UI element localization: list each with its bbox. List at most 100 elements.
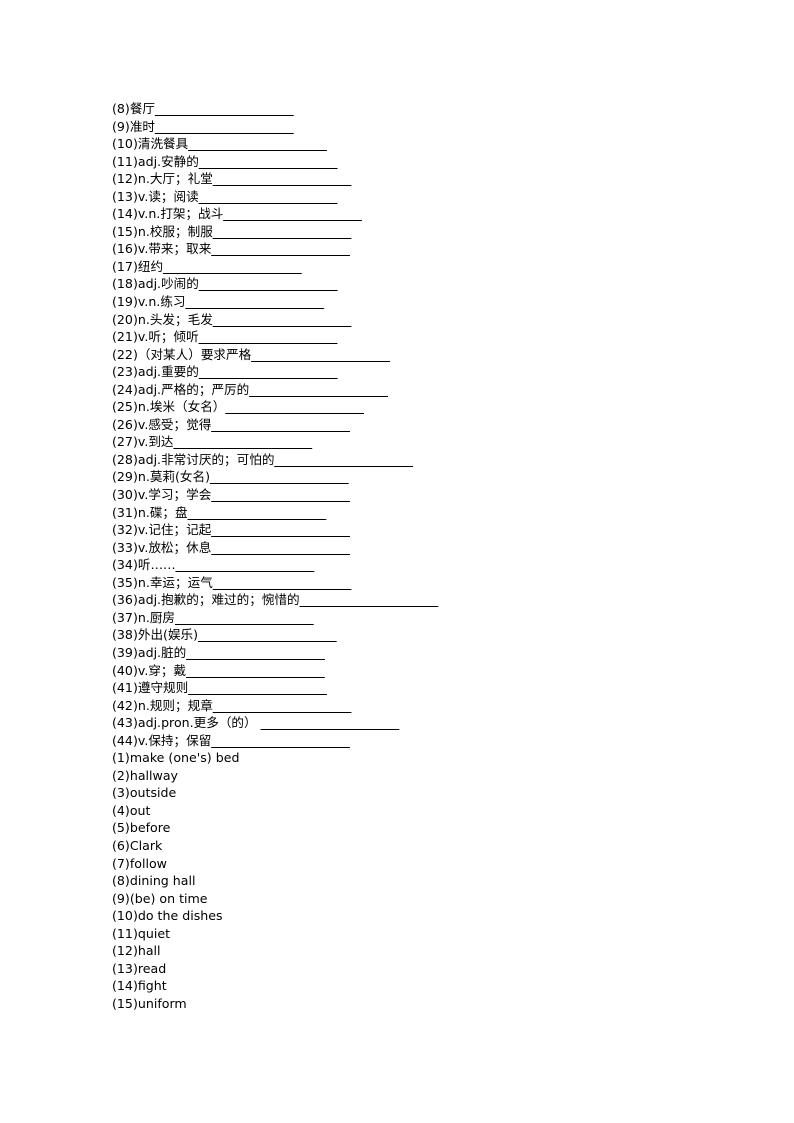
vocab-prompt-row: (35)n.幸运；运气______________________ bbox=[112, 574, 712, 592]
vocab-answer-blank[interactable]: ______________________ bbox=[211, 540, 350, 555]
vocab-prompt-label: (44)v.保持；保留 bbox=[112, 732, 212, 748]
answer-key-list: (1)make (one's) bed (2)hallway (3)outside(… bbox=[112, 749, 712, 1012]
vocab-prompt-label: (30)v.学习；学会 bbox=[112, 487, 212, 503]
vocab-answer-blank[interactable]: ______________________ bbox=[199, 329, 338, 344]
vocab-answer-blank[interactable]: ______________________ bbox=[199, 189, 338, 204]
vocab-answer-blank[interactable]: ______________________ bbox=[199, 364, 338, 379]
vocab-answer-blank[interactable]: ______________________ bbox=[213, 698, 352, 713]
vocab-answer-blank[interactable]: ______________________ bbox=[175, 610, 314, 625]
vocab-prompt-label: (21)v.听；倾听 bbox=[112, 329, 199, 345]
vocab-prompt-row: (25)n.埃米（女名）______________________ bbox=[112, 398, 712, 416]
vocab-prompt-label: (15)n.校服；制服 bbox=[112, 223, 213, 239]
answer-key-item: (4)out bbox=[112, 802, 151, 818]
vocab-prompt-label: (19)v.n.练习 bbox=[112, 294, 186, 310]
prompt-list: (8)餐厅______________________ (9)准时________… bbox=[112, 100, 712, 749]
vocab-answer-blank[interactable]: ______________________ bbox=[211, 733, 350, 748]
vocab-answer-blank[interactable]: ______________________ bbox=[213, 171, 352, 186]
vocab-prompt-label: (39)adj.脏的 bbox=[112, 644, 187, 660]
answer-key-item: (3)outside bbox=[112, 785, 177, 801]
vocab-prompt-label: (43)adj.pron.更多（的） bbox=[112, 715, 261, 731]
vocab-prompt-row: (21)v.听；倾听______________________ bbox=[112, 328, 712, 346]
answer-key-item: (14)fight bbox=[112, 978, 167, 994]
answer-key-item: (2)hallway bbox=[112, 767, 179, 783]
vocab-prompt-row: (30)v.学习；学会______________________ bbox=[112, 486, 712, 504]
vocab-prompt-row: (34)听……______________________ bbox=[112, 556, 712, 574]
vocab-prompt-label: (8)餐厅 bbox=[112, 101, 156, 116]
vocab-prompt-row: (12)n.大厅；礼堂______________________ bbox=[112, 170, 712, 188]
vocab-prompt-label: (25)n.埃米（女名） bbox=[112, 399, 226, 415]
vocab-prompt-row: (14)v.n.打架；战斗______________________ bbox=[112, 205, 712, 223]
vocab-prompt-label: (33)v.放松；休息 bbox=[112, 539, 212, 555]
vocab-answer-blank[interactable]: ______________________ bbox=[213, 312, 352, 327]
vocab-prompt-label: (20)n.头发；毛发 bbox=[112, 311, 213, 327]
vocab-prompt-row: (9)准时______________________ bbox=[112, 118, 712, 136]
vocab-prompt-row: (41)遵守规则______________________ bbox=[112, 679, 712, 697]
vocab-answer-blank[interactable]: ______________________ bbox=[198, 627, 337, 642]
vocab-prompt-label: (11)adj.安静的 bbox=[112, 153, 199, 169]
vocab-prompt-label: (9)准时 bbox=[112, 118, 156, 134]
vocab-prompt-row: (39)adj.脏的______________________ bbox=[112, 644, 712, 662]
answer-key-item: (5)before bbox=[112, 820, 171, 836]
vocab-prompt-row: (18)adj.吵闹的______________________ bbox=[112, 275, 712, 293]
vocab-answer-blank[interactable]: ______________________ bbox=[188, 136, 327, 151]
vocab-answer-blank[interactable]: ______________________ bbox=[213, 224, 352, 239]
vocab-answer-blank[interactable]: ______________________ bbox=[199, 276, 338, 291]
vocab-answer-blank[interactable]: ______________________ bbox=[300, 592, 439, 607]
vocab-answer-blank[interactable]: ______________________ bbox=[199, 154, 338, 169]
vocab-answer-blank[interactable]: ______________________ bbox=[210, 469, 349, 484]
vocab-answer-blank[interactable]: ______________________ bbox=[155, 119, 294, 134]
vocab-answer-blank[interactable]: ______________________ bbox=[211, 522, 350, 537]
answer-key-item: (8)dining hall bbox=[112, 873, 196, 889]
vocab-prompt-label: (40)v.穿；戴 bbox=[112, 662, 187, 678]
vocab-answer-blank[interactable]: ______________________ bbox=[186, 663, 325, 678]
vocab-prompt-row: (28)adj.非常讨厌的；可怕的______________________ bbox=[112, 451, 712, 469]
vocab-answer-blank[interactable]: ______________________ bbox=[274, 452, 413, 467]
vocab-answer-blank[interactable]: ______________________ bbox=[211, 487, 350, 502]
vocab-answer-blank[interactable]: ______________________ bbox=[261, 715, 400, 730]
vocab-answer-blank[interactable]: ______________________ bbox=[223, 206, 362, 221]
vocab-answer-blank[interactable]: ______________________ bbox=[186, 645, 325, 660]
answer-key-item: (7)follow bbox=[112, 855, 167, 871]
answer-key-item: (6)Clark bbox=[112, 837, 163, 853]
answer-key-item: (12)hall bbox=[112, 943, 161, 959]
vocab-answer-blank[interactable]: ______________________ bbox=[225, 399, 364, 414]
vocab-prompt-row: (36)adj.抱歉的；难过的；惋惜的_____________________… bbox=[112, 591, 712, 609]
vocab-prompt-label: (42)n.规则；规章 bbox=[112, 697, 213, 713]
vocab-prompt-row: (23)adj.重要的______________________ bbox=[112, 363, 712, 381]
vocab-prompt-row: (44)v.保持；保留______________________ bbox=[112, 732, 712, 750]
vocab-answer-blank[interactable]: ______________________ bbox=[188, 505, 327, 520]
vocab-answer-blank[interactable]: ______________________ bbox=[163, 259, 302, 274]
vocab-prompt-row: (33)v.放松；休息______________________ bbox=[112, 539, 712, 557]
vocab-prompt-row: (16)v.带来；取来______________________ bbox=[112, 240, 712, 258]
vocab-answer-blank[interactable]: ______________________ bbox=[155, 101, 294, 116]
vocab-answer-blank[interactable]: ______________________ bbox=[176, 557, 315, 572]
answer-key-item: (13)read bbox=[112, 960, 167, 976]
vocab-prompt-row: (38)外出(娱乐)______________________ bbox=[112, 626, 712, 644]
vocab-answer-blank[interactable]: ______________________ bbox=[211, 417, 350, 432]
vocab-prompt-row: (15)n.校服；制服______________________ bbox=[112, 223, 712, 241]
vocab-answer-blank[interactable]: ______________________ bbox=[251, 347, 390, 362]
vocab-answer-blank[interactable]: ______________________ bbox=[249, 382, 388, 397]
vocab-prompt-label: (22)（对某人）要求严格 bbox=[112, 346, 252, 362]
document-page: (8)餐厅______________________ (9)准时________… bbox=[0, 0, 794, 1123]
vocab-prompt-label: (16)v.带来；取来 bbox=[112, 241, 212, 257]
vocab-answer-blank[interactable]: ______________________ bbox=[211, 241, 350, 256]
vocab-prompt-label: (27)v.到达 bbox=[112, 434, 174, 450]
vocab-prompt-row: (26)v.感受；觉得______________________ bbox=[112, 416, 712, 434]
vocab-answer-blank[interactable]: ______________________ bbox=[186, 294, 325, 309]
vocab-prompt-label: (29)n.莫莉(女名) bbox=[112, 469, 211, 485]
vocab-prompt-row: (20)n.头发；毛发______________________ bbox=[112, 311, 712, 329]
vocab-prompt-label: (18)adj.吵闹的 bbox=[112, 276, 199, 292]
vocab-answer-blank[interactable]: ______________________ bbox=[213, 575, 352, 590]
vocab-answer-blank[interactable]: ______________________ bbox=[174, 434, 313, 449]
vocab-prompt-label: (34)听…… bbox=[112, 557, 176, 573]
vocab-prompt-row: (24)adj.严格的；严厉的______________________ bbox=[112, 381, 712, 399]
vocab-answer-blank[interactable]: ______________________ bbox=[188, 680, 327, 695]
vocab-prompt-label: (26)v.感受；觉得 bbox=[112, 416, 212, 432]
vocab-prompt-row: (42)n.规则；规章______________________ bbox=[112, 697, 712, 715]
vocab-prompt-row: (13)v.读；阅读______________________ bbox=[112, 188, 712, 206]
vocab-prompt-row: (17)纽约______________________ bbox=[112, 258, 712, 276]
vocab-prompt-label: (14)v.n.打架；战斗 bbox=[112, 206, 224, 222]
vocab-prompt-label: (35)n.幸运；运气 bbox=[112, 574, 213, 590]
vocab-prompt-row: (29)n.莫莉(女名)______________________ bbox=[112, 468, 712, 486]
